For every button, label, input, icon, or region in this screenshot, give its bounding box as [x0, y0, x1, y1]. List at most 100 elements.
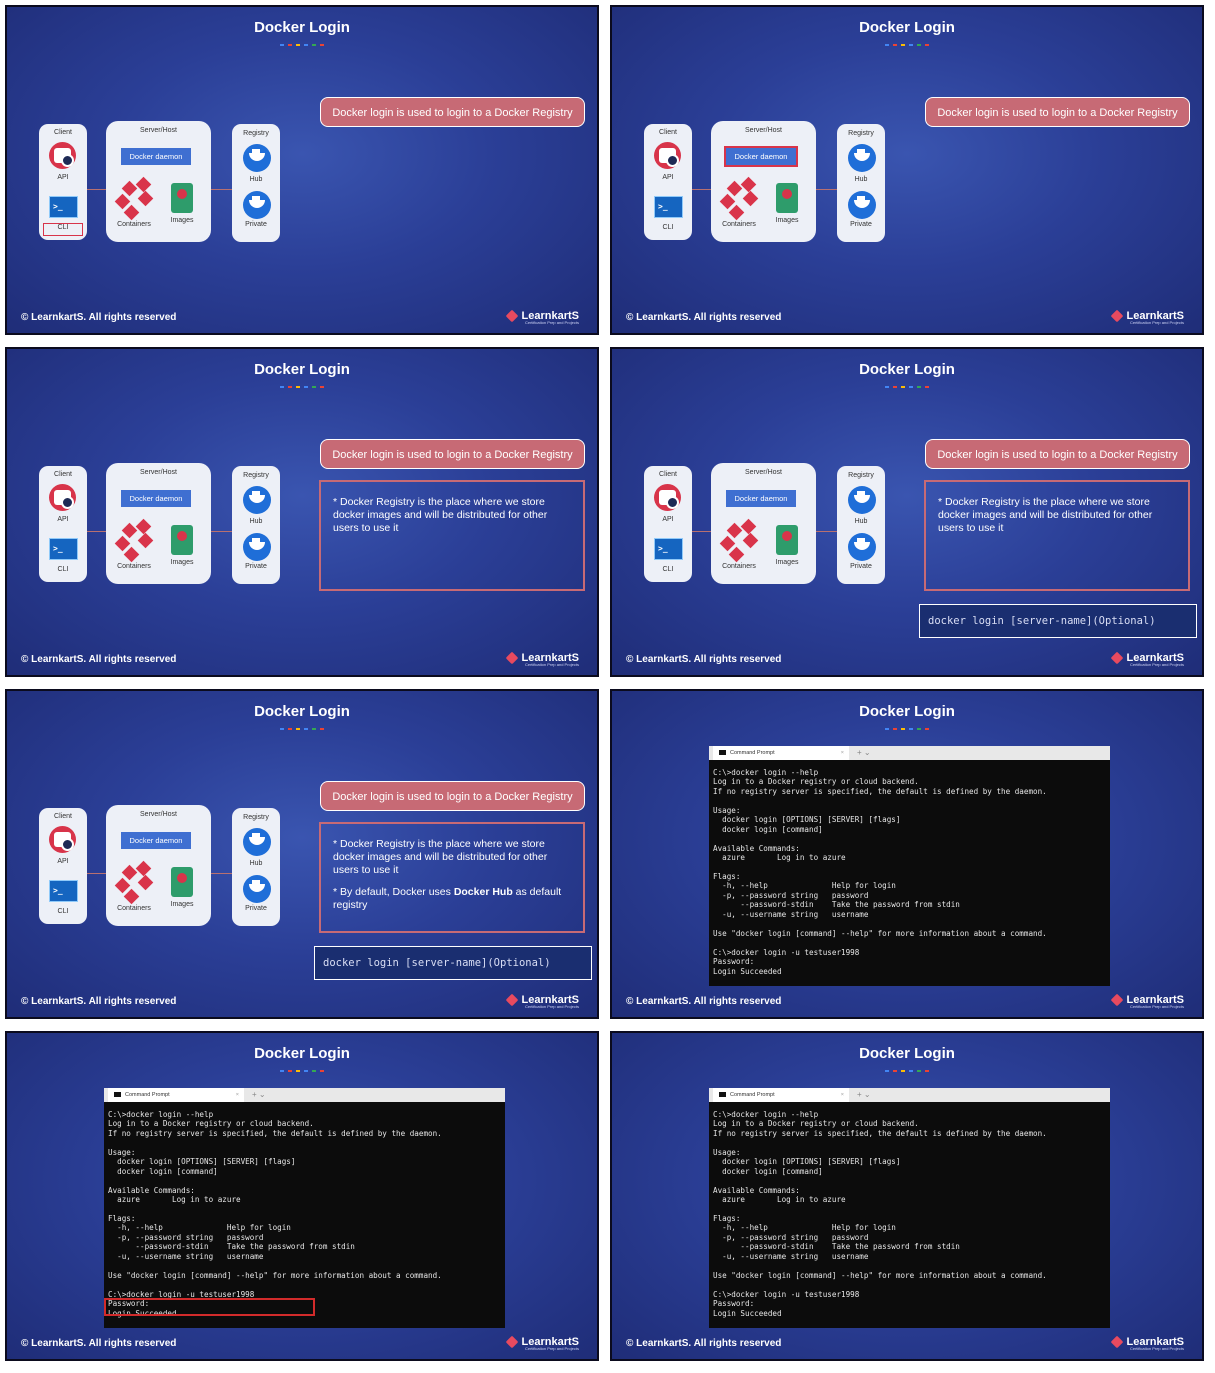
server-label: Server/Host	[745, 127, 782, 134]
images-icon	[171, 867, 193, 897]
docker-daemon: Docker daemon	[726, 490, 796, 507]
server-label: Server/Host	[140, 127, 177, 134]
server-card: Server/Host Docker daemon Containers Ima…	[711, 463, 816, 584]
registry-label: Registry	[243, 814, 269, 821]
hub-label: Hub	[854, 518, 868, 525]
tab-command-prompt[interactable]: Command Prompt ×	[108, 1088, 244, 1102]
connector-line	[87, 873, 106, 874]
containers-label: Containers	[117, 221, 151, 228]
close-tab-icon[interactable]: ×	[841, 1088, 844, 1102]
callout-docker-login: Docker login is used to login to a Docke…	[925, 439, 1190, 469]
hub-label: Hub	[249, 176, 263, 183]
registry-card: Registry Hub Private	[232, 124, 280, 242]
client-label: Client	[54, 471, 72, 478]
images-label: Images	[775, 559, 799, 566]
cli-label: CLI	[662, 224, 674, 231]
api-icon	[654, 142, 681, 169]
tab-command-prompt[interactable]: Command Prompt ×	[713, 746, 849, 760]
callout-docker-login: Docker login is used to login to a Docke…	[320, 439, 585, 469]
slide-5: Docker Login Docker login is used to log…	[5, 689, 599, 1019]
images-label: Images	[170, 901, 194, 908]
server-card: Server/Host Docker daemon Containers Ima…	[711, 121, 816, 242]
close-tab-icon[interactable]: ×	[236, 1088, 239, 1102]
registry-card: Registry Hub Private	[232, 808, 280, 926]
server-label: Server/Host	[745, 469, 782, 476]
registry-info-box: * Docker Registry is the place where we …	[924, 480, 1190, 591]
docker-hub-icon	[848, 486, 876, 514]
tab-command-prompt[interactable]: Command Prompt ×	[713, 1088, 849, 1102]
new-tab-button[interactable]: + ⌄	[857, 746, 871, 760]
private-label: Private	[245, 563, 267, 570]
registry-card: Registry Hub Private	[837, 124, 885, 242]
registry-info-box: * Docker Registry is the place where we …	[319, 480, 585, 591]
connector-line	[211, 189, 232, 190]
new-tab-button[interactable]: + ⌄	[252, 1088, 266, 1102]
docker-private-icon	[243, 191, 271, 219]
docker-hub-icon	[243, 828, 271, 856]
api-icon	[654, 484, 681, 511]
title-underline-dots	[7, 386, 597, 388]
login-highlight-box	[104, 1298, 315, 1316]
close-tab-icon[interactable]: ×	[841, 746, 844, 760]
connector-line	[692, 189, 711, 190]
terminal-icon	[719, 750, 726, 756]
private-label: Private	[245, 221, 267, 228]
registry-card: Registry Hub Private	[232, 466, 280, 584]
private-label: Private	[245, 905, 267, 912]
cli-label: CLI	[57, 566, 69, 573]
terminal-icon: >_	[49, 880, 78, 902]
terminal-icon: >_	[49, 538, 78, 560]
learnkarts-logo: LearnkartS Certification Prep and Project…	[505, 651, 579, 667]
terminal-icon: >_	[654, 538, 683, 560]
connector-line	[87, 531, 106, 532]
private-label: Private	[850, 221, 872, 228]
server-card: Server/Host Docker daemon Containers Ima…	[106, 121, 211, 242]
title-underline-dots	[7, 1070, 597, 1072]
footer-copyright: © LearnkartS. All rights reserved	[626, 1338, 782, 1349]
command-prompt-window: Command Prompt × + ⌄ C:\>docker login --h…	[709, 746, 1110, 986]
footer-copyright: © LearnkartS. All rights reserved	[21, 1338, 177, 1349]
images-icon	[171, 525, 193, 555]
command-prompt-window: Command Prompt × + ⌄ C:\>docker login --h…	[709, 1088, 1110, 1328]
slide-title: Docker Login	[859, 1045, 955, 1062]
new-tab-button[interactable]: + ⌄	[857, 1088, 871, 1102]
learnkarts-logo: LearnkartS Certification Prep and Project…	[505, 993, 579, 1009]
client-card: Client API >_ CLI	[39, 124, 87, 240]
callout-docker-login: Docker login is used to login to a Docke…	[925, 97, 1190, 127]
footer-copyright: © LearnkartS. All rights reserved	[21, 996, 177, 1007]
docker-private-icon	[848, 533, 876, 561]
footer-copyright: © LearnkartS. All rights reserved	[626, 312, 782, 323]
connector-line	[211, 531, 232, 532]
architecture-diagram: Client API >_ CLI Server/Host Docker dae…	[39, 121, 284, 245]
cli-highlight-box	[43, 223, 83, 236]
terminal-tab-bar: Command Prompt × + ⌄	[104, 1088, 505, 1102]
terminal-output: C:\>docker login --help Log in to a Dock…	[108, 1110, 442, 1318]
cli-label: CLI	[662, 566, 674, 573]
terminal-tab-bar: Command Prompt × + ⌄	[709, 746, 1110, 760]
images-icon	[776, 525, 798, 555]
api-icon	[49, 142, 76, 169]
title-underline-dots	[612, 728, 1202, 730]
api-label: API	[57, 516, 69, 523]
server-card: Server/Host Docker daemon Containers Ima…	[106, 463, 211, 584]
slide-8: Docker Login Command Prompt × + ⌄ C:\>doc…	[610, 1031, 1204, 1361]
command-prompt-window: Command Prompt × + ⌄ C:\>docker login --h…	[104, 1088, 505, 1328]
server-label: Server/Host	[140, 469, 177, 476]
client-label: Client	[54, 129, 72, 136]
connector-line	[816, 189, 837, 190]
docker-private-icon	[243, 875, 271, 903]
learnkarts-logo: LearnkartS Certification Prep and Project…	[1110, 651, 1184, 667]
terminal-tab-bar: Command Prompt × + ⌄	[709, 1088, 1110, 1102]
docker-hub-icon	[243, 486, 271, 514]
docker-hub-icon	[243, 144, 271, 172]
footer-copyright: © LearnkartS. All rights reserved	[21, 654, 177, 665]
registry-label: Registry	[848, 130, 874, 137]
docker-private-icon	[243, 533, 271, 561]
learnkarts-logo: LearnkartS Certification Prep and Project…	[505, 1335, 579, 1351]
api-label: API	[57, 174, 69, 181]
learnkarts-logo: LearnkartS Certification Prep and Project…	[505, 309, 579, 325]
terminal-output: C:\>docker login --help Log in to a Dock…	[713, 768, 1047, 976]
client-card: Client API >_ CLI	[644, 124, 692, 240]
slide-title: Docker Login	[859, 703, 955, 720]
title-underline-dots	[7, 728, 597, 730]
